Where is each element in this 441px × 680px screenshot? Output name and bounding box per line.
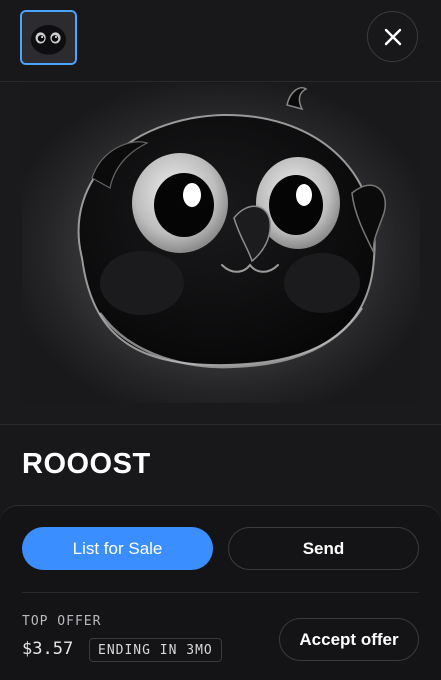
send-button[interactable]: Send: [228, 527, 419, 570]
nft-artwork[interactable]: [22, 83, 420, 403]
close-icon: [384, 28, 401, 45]
list-for-sale-button[interactable]: List for Sale: [22, 527, 213, 570]
artwork-area: [0, 83, 441, 425]
header-bar: [0, 0, 441, 82]
divider: [22, 592, 419, 593]
black-bird-artwork-image: [22, 83, 420, 403]
action-panel: List for Sale Send TOP OFFER $3.57 ENDIN…: [0, 505, 441, 680]
top-offer-label: TOP OFFER: [22, 614, 102, 629]
bird-thumbnail-icon: [22, 12, 75, 63]
nft-title: ROOOST: [22, 448, 151, 480]
nft-detail-screen: ROOOST List for Sale Send TOP OFFER $3.5…: [0, 0, 441, 680]
close-button[interactable]: [367, 11, 418, 62]
nft-thumbnail[interactable]: [20, 10, 77, 65]
accept-offer-button[interactable]: Accept offer: [279, 618, 419, 661]
offer-ending-badge: ENDING IN 3MO: [89, 638, 222, 662]
top-offer-price: $3.57: [22, 639, 74, 659]
